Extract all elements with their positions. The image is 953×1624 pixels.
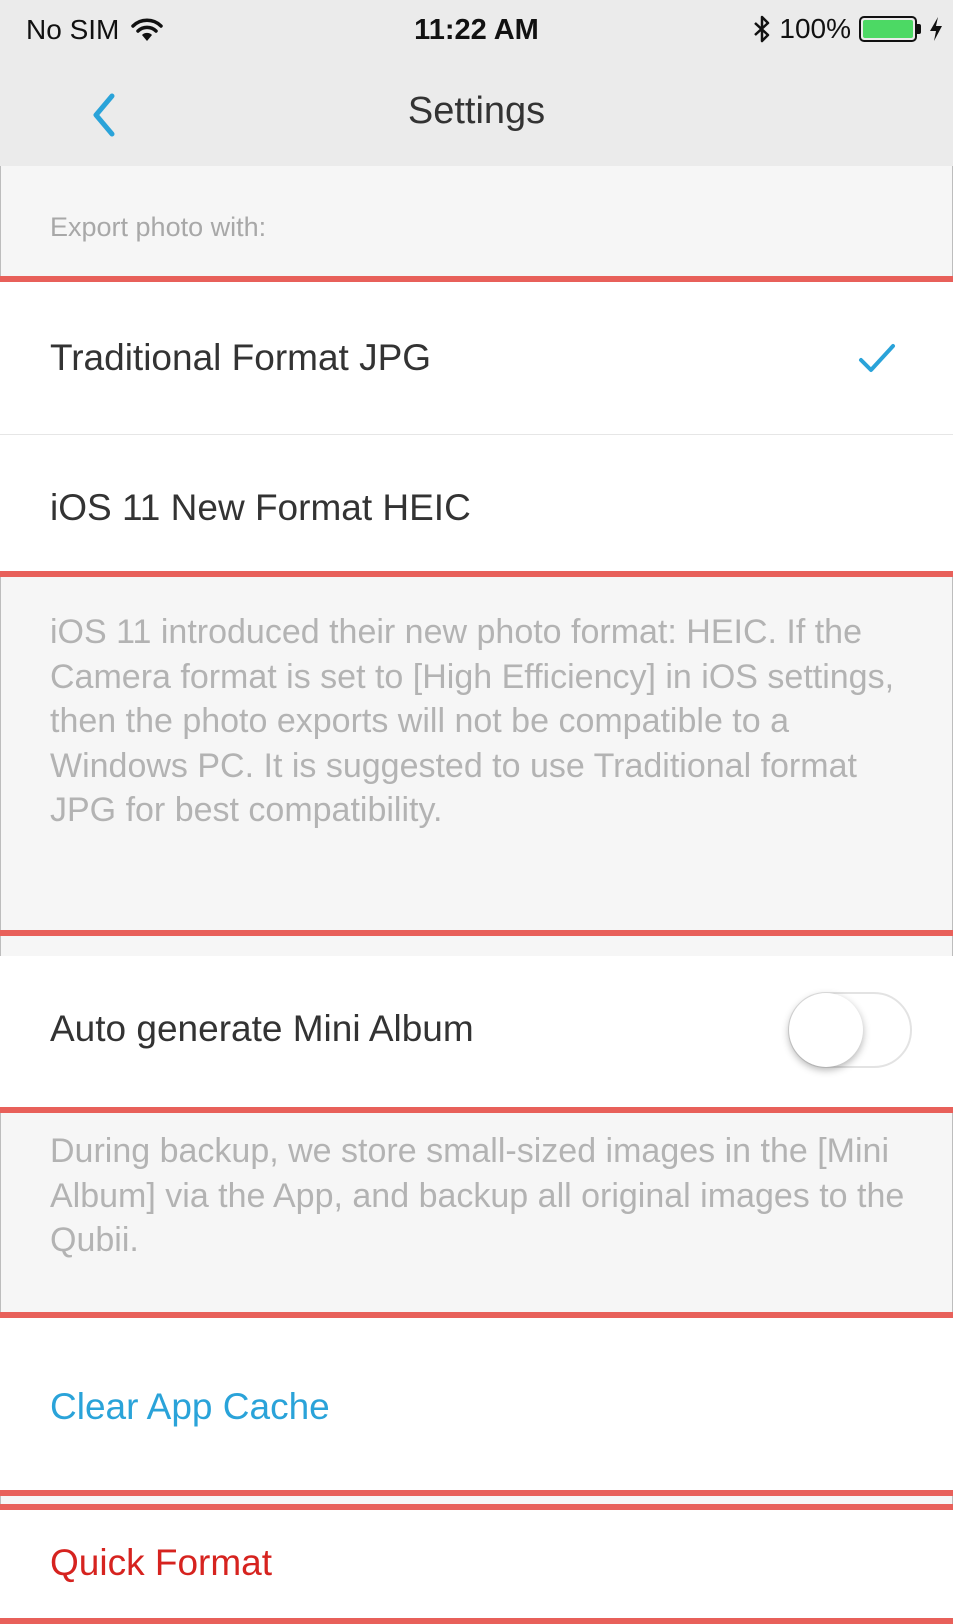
battery-body (859, 16, 917, 42)
toggle-knob (789, 993, 863, 1067)
export-section-footer: iOS 11 introduced their new photo format… (50, 613, 895, 829)
highlight-line (0, 1490, 953, 1496)
battery-percent: 100% (779, 13, 851, 44)
option-heic[interactable]: iOS 11 New Format HEIC (0, 435, 953, 572)
status-right: 100% (753, 13, 943, 45)
highlight-line (0, 930, 953, 936)
option-jpg[interactable]: Traditional Format JPG (0, 282, 953, 434)
battery-nub (917, 24, 921, 34)
option-jpg-label: Traditional Format JPG (50, 337, 432, 378)
page-title: Settings (407, 90, 546, 132)
battery-icon (859, 16, 921, 42)
mini-album-cell: Auto generate Mini Album (0, 956, 953, 1108)
highlight-line (0, 1618, 953, 1624)
mini-album-label: Auto generate Mini Album (50, 1008, 474, 1049)
quick-format-cell[interactable]: Quick Format (0, 1510, 953, 1618)
highlight-line (0, 571, 953, 577)
mini-album-footer: During backup, we store small-sized imag… (50, 1132, 905, 1259)
export-section-header: Export photo with: (50, 212, 267, 242)
charging-bolt-icon (930, 17, 942, 41)
battery-fill (863, 20, 913, 38)
option-heic-label: iOS 11 New Format HEIC (50, 487, 471, 528)
navigation-bar: Settings (0, 62, 953, 166)
quick-format-button[interactable]: Quick Format (50, 1542, 272, 1584)
checkmark-icon (859, 344, 895, 372)
status-bar: No SIM 11:22 AM 100% (0, 0, 953, 62)
clear-cache-cell[interactable]: Clear App Cache (0, 1318, 953, 1490)
bluetooth-icon (754, 15, 770, 43)
mini-album-toggle[interactable] (788, 992, 912, 1068)
clear-cache-button[interactable]: Clear App Cache (50, 1386, 330, 1428)
highlight-line (0, 1107, 953, 1113)
